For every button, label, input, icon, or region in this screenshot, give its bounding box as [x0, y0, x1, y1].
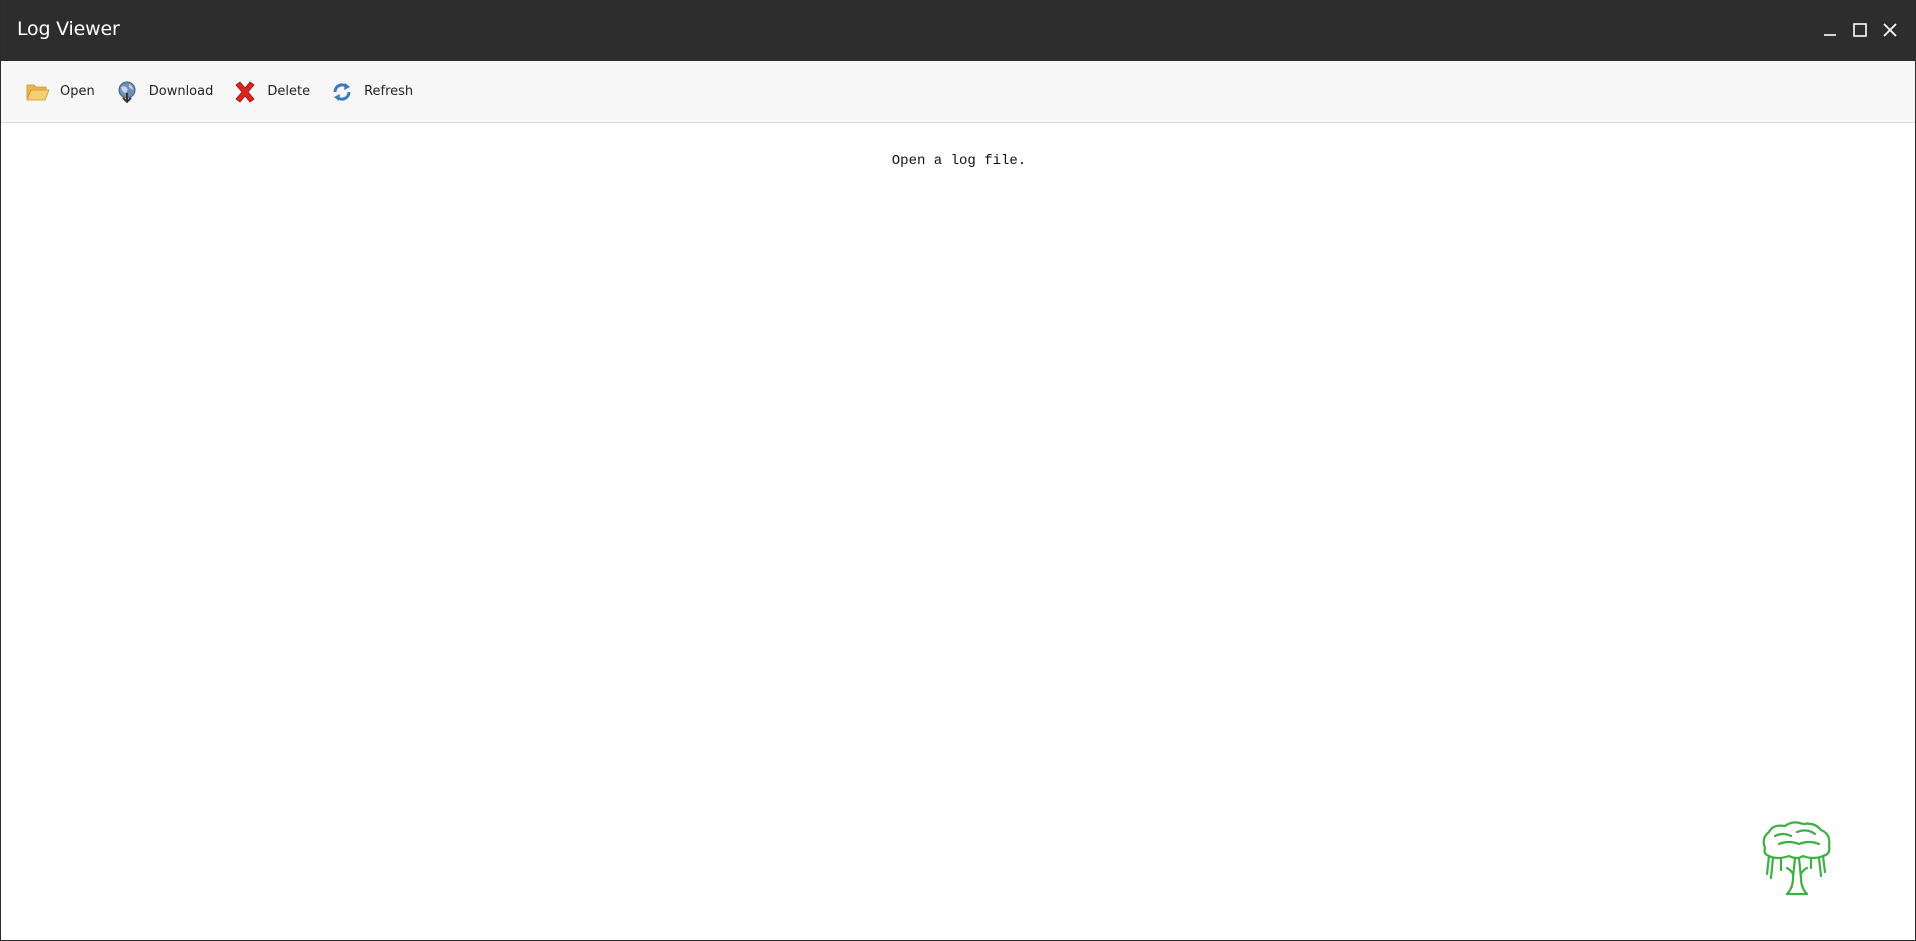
download-globe-icon [115, 80, 139, 104]
log-viewer-window: Log Viewer Open Download Delete Refresh … [0, 0, 1916, 941]
close-button[interactable] [1875, 15, 1905, 45]
minimize-button[interactable] [1815, 15, 1845, 45]
window-controls [1815, 14, 1905, 46]
download-button[interactable]: Download [115, 75, 214, 109]
close-icon [1883, 23, 1897, 37]
toolbar: Open Download Delete Refresh [1, 61, 1915, 123]
title-bar: Log Viewer [1, 0, 1915, 61]
refresh-icon [330, 80, 354, 104]
log-content-area: Open a log file. [1, 123, 1915, 940]
tree-logo-icon [1757, 818, 1837, 898]
folder-open-icon [26, 80, 50, 104]
maximize-button[interactable] [1845, 15, 1875, 45]
minimize-icon [1824, 34, 1836, 36]
delete-label: Delete [267, 84, 311, 99]
refresh-button[interactable]: Refresh [330, 75, 413, 109]
window-title: Log Viewer [17, 18, 120, 40]
refresh-label: Refresh [364, 84, 414, 99]
download-label: Download [148, 84, 214, 99]
maximize-icon [1853, 23, 1867, 37]
delete-x-icon [233, 80, 257, 104]
delete-button[interactable]: Delete [233, 75, 310, 109]
open-label: Open [60, 84, 95, 99]
empty-state-message: Open a log file. [891, 153, 1027, 169]
open-button[interactable]: Open [26, 75, 95, 109]
